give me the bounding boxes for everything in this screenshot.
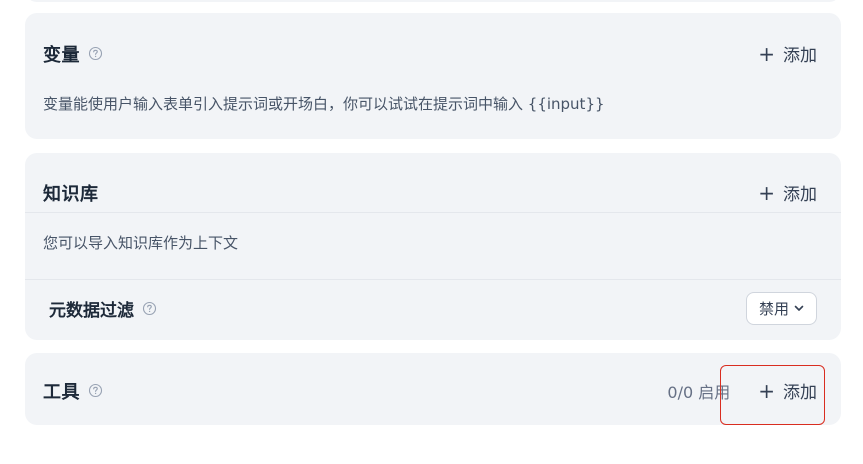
- tools-title-wrap: 工具: [43, 378, 103, 404]
- knowledge-title: 知识库: [43, 183, 99, 205]
- metadata-filter-select[interactable]: 禁用: [745, 292, 817, 325]
- help-circle-icon[interactable]: [142, 301, 157, 316]
- variables-add-button[interactable]: + 添加: [752, 37, 823, 70]
- knowledge-description: 您可以导入知识库作为上下文: [43, 234, 239, 252]
- knowledge-divider-bottom: [25, 279, 841, 280]
- variables-title: 变量: [43, 44, 80, 66]
- previous-card-edge: [25, 0, 841, 2]
- tools-add-button[interactable]: + 添加: [752, 374, 823, 407]
- plus-icon: +: [758, 378, 775, 403]
- tools-add-label: 添加: [783, 383, 817, 403]
- metadata-filter-title: 元数据过滤: [49, 301, 134, 321]
- app-config-panel: 变量 + 添加 变量能使用户输入表单引入提示词或开场白，你可以试试在提示词中输入…: [0, 0, 863, 464]
- knowledge-title-wrap: 知识库: [43, 180, 99, 206]
- tools-title: 工具: [43, 381, 80, 403]
- tools-card: 工具 0/0 启用 + 添加: [25, 353, 841, 425]
- knowledge-add-label: 添加: [783, 185, 817, 205]
- help-circle-icon[interactable]: [88, 46, 103, 61]
- chevron-down-icon: [793, 300, 805, 318]
- plus-icon: +: [758, 180, 775, 205]
- variables-title-wrap: 变量: [43, 41, 103, 67]
- knowledge-add-button[interactable]: + 添加: [752, 176, 823, 209]
- plus-icon: +: [758, 41, 775, 66]
- metadata-filter-value: 禁用: [758, 300, 789, 318]
- tools-header: 工具 0/0 启用 + 添加: [43, 374, 823, 407]
- variables-add-label: 添加: [783, 46, 817, 66]
- tools-right-group: 0/0 启用 + 添加: [667, 374, 823, 407]
- variables-card: 变量 + 添加 变量能使用户输入表单引入提示词或开场白，你可以试试在提示词中输入…: [25, 13, 841, 139]
- knowledge-card: 知识库 + 添加 您可以导入知识库作为上下文 元数据过滤 禁用: [25, 153, 841, 340]
- variables-description: 变量能使用户输入表单引入提示词或开场白，你可以试试在提示词中输入 {{input…: [43, 95, 605, 113]
- metadata-filter-row: 元数据过滤 禁用: [49, 292, 817, 325]
- tools-status: 0/0 启用: [667, 382, 731, 402]
- help-circle-icon[interactable]: [88, 383, 103, 398]
- knowledge-header: 知识库 + 添加: [43, 176, 823, 209]
- metadata-filter-title-wrap: 元数据过滤: [49, 296, 157, 321]
- variables-header: 变量 + 添加: [43, 37, 823, 70]
- knowledge-divider-top: [25, 212, 841, 213]
